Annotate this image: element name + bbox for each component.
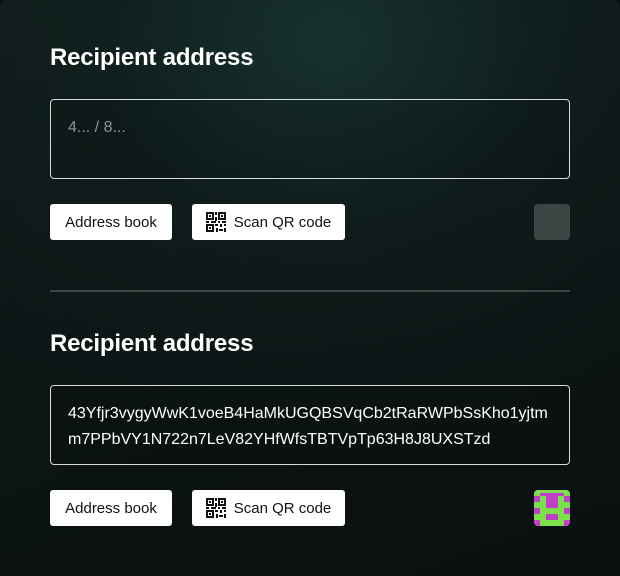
address-book-button[interactable]: Address book <box>50 204 172 240</box>
recipient-address-input-filled[interactable]: 43Yfjr3vygyWwK1voeB4HaMkUGQBSVqCb2tRaRWP… <box>50 385 570 465</box>
address-avatar-placeholder <box>534 204 570 240</box>
address-book-label: Address book <box>65 213 157 231</box>
address-identicon <box>534 490 570 526</box>
recipient-panel: Recipient address 4... / 8... Address bo… <box>0 0 620 576</box>
qr-code-icon <box>205 498 226 518</box>
recipient-address-input[interactable]: 4... / 8... <box>50 99 570 179</box>
scan-qr-label: Scan QR code <box>233 499 332 517</box>
address-book-button[interactable]: Address book <box>50 490 172 526</box>
section-title: Recipient address <box>50 44 254 71</box>
address-book-label: Address book <box>65 499 157 517</box>
scan-qr-label: Scan QR code <box>233 213 332 231</box>
recipient-address-value: 43Yfjr3vygyWwK1voeB4HaMkUGQBSVqCb2tRaRWP… <box>68 405 548 448</box>
section-divider <box>50 290 570 292</box>
scan-qr-button[interactable]: Scan QR code <box>192 490 345 526</box>
qr-code-icon <box>205 212 226 232</box>
recipient-address-placeholder: 4... / 8... <box>68 119 126 136</box>
section-title: Recipient address <box>50 330 254 357</box>
scan-qr-button[interactable]: Scan QR code <box>192 204 345 240</box>
